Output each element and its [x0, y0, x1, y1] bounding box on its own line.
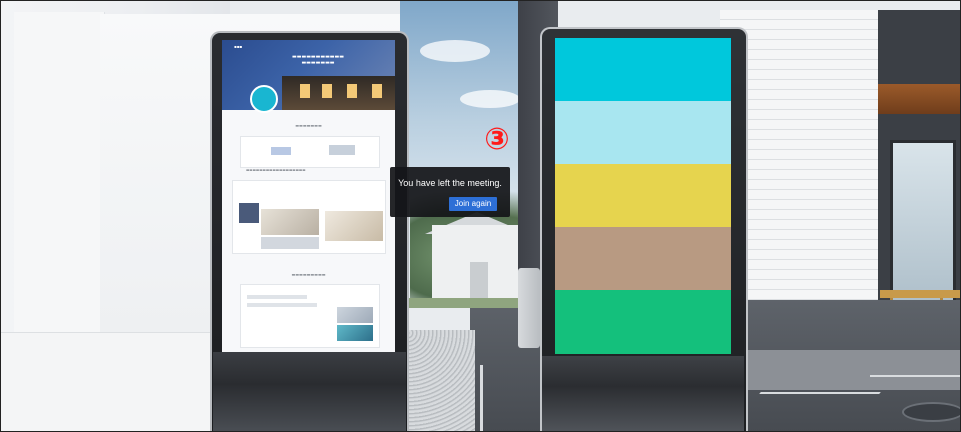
parking-line — [870, 375, 960, 377]
left-wall-panel — [14, 12, 105, 342]
color-stripe — [555, 38, 731, 101]
left-kiosk-base — [213, 352, 406, 432]
utility-box — [518, 268, 540, 348]
website-gallery-card — [232, 180, 386, 254]
right-window — [890, 140, 956, 306]
small-house-door — [470, 262, 488, 302]
color-stripe — [555, 101, 731, 164]
meeting-left-message: You have left the meeting. — [398, 178, 502, 188]
color-stripe — [555, 227, 731, 290]
website-section-heading: ▬▬▬▬▬▬▬▬▬ — [291, 272, 326, 277]
join-again-button[interactable]: Join again — [449, 197, 497, 211]
right-kiosk-base — [542, 356, 744, 432]
parking-line — [759, 392, 881, 394]
website-hero-badge — [250, 85, 278, 113]
awning — [878, 84, 961, 114]
ground-platform — [0, 332, 220, 432]
patio-table — [880, 290, 961, 298]
parking-line — [480, 365, 483, 432]
virtual-showroom-scene: ▪▪▪ ▬▬▬▬▬▬▬▬▬▬▬ ▬▬▬▬▬▬▬ ▬▬▬▬▬▬▬ ▬▬▬▬▬▬▬▬▬… — [0, 0, 961, 432]
website-logo: ▪▪▪ — [234, 44, 243, 49]
website-hero-text: ▬▬▬▬▬▬▬▬▬▬▬ ▬▬▬▬▬▬▬ — [292, 54, 344, 66]
website-section-heading: ▬▬▬▬▬▬▬ — [295, 123, 322, 128]
color-stripe — [555, 164, 731, 227]
right-kiosk-screen[interactable] — [555, 38, 731, 354]
step-number-annotation: ③ — [484, 122, 510, 157]
website-info-card — [240, 284, 380, 348]
building-base — [748, 350, 961, 390]
color-stripe — [555, 290, 731, 354]
left-kiosk-screen[interactable]: ▪▪▪ ▬▬▬▬▬▬▬▬▬▬▬ ▬▬▬▬▬▬▬ ▬▬▬▬▬▬▬ ▬▬▬▬▬▬▬▬▬… — [222, 40, 395, 352]
gravel-bed — [405, 330, 475, 432]
website-hero-banner: ▪▪▪ ▬▬▬▬▬▬▬▬▬▬▬ ▬▬▬▬▬▬▬ — [222, 40, 395, 113]
drain-cover — [902, 402, 961, 422]
website-partner-card — [240, 136, 380, 168]
